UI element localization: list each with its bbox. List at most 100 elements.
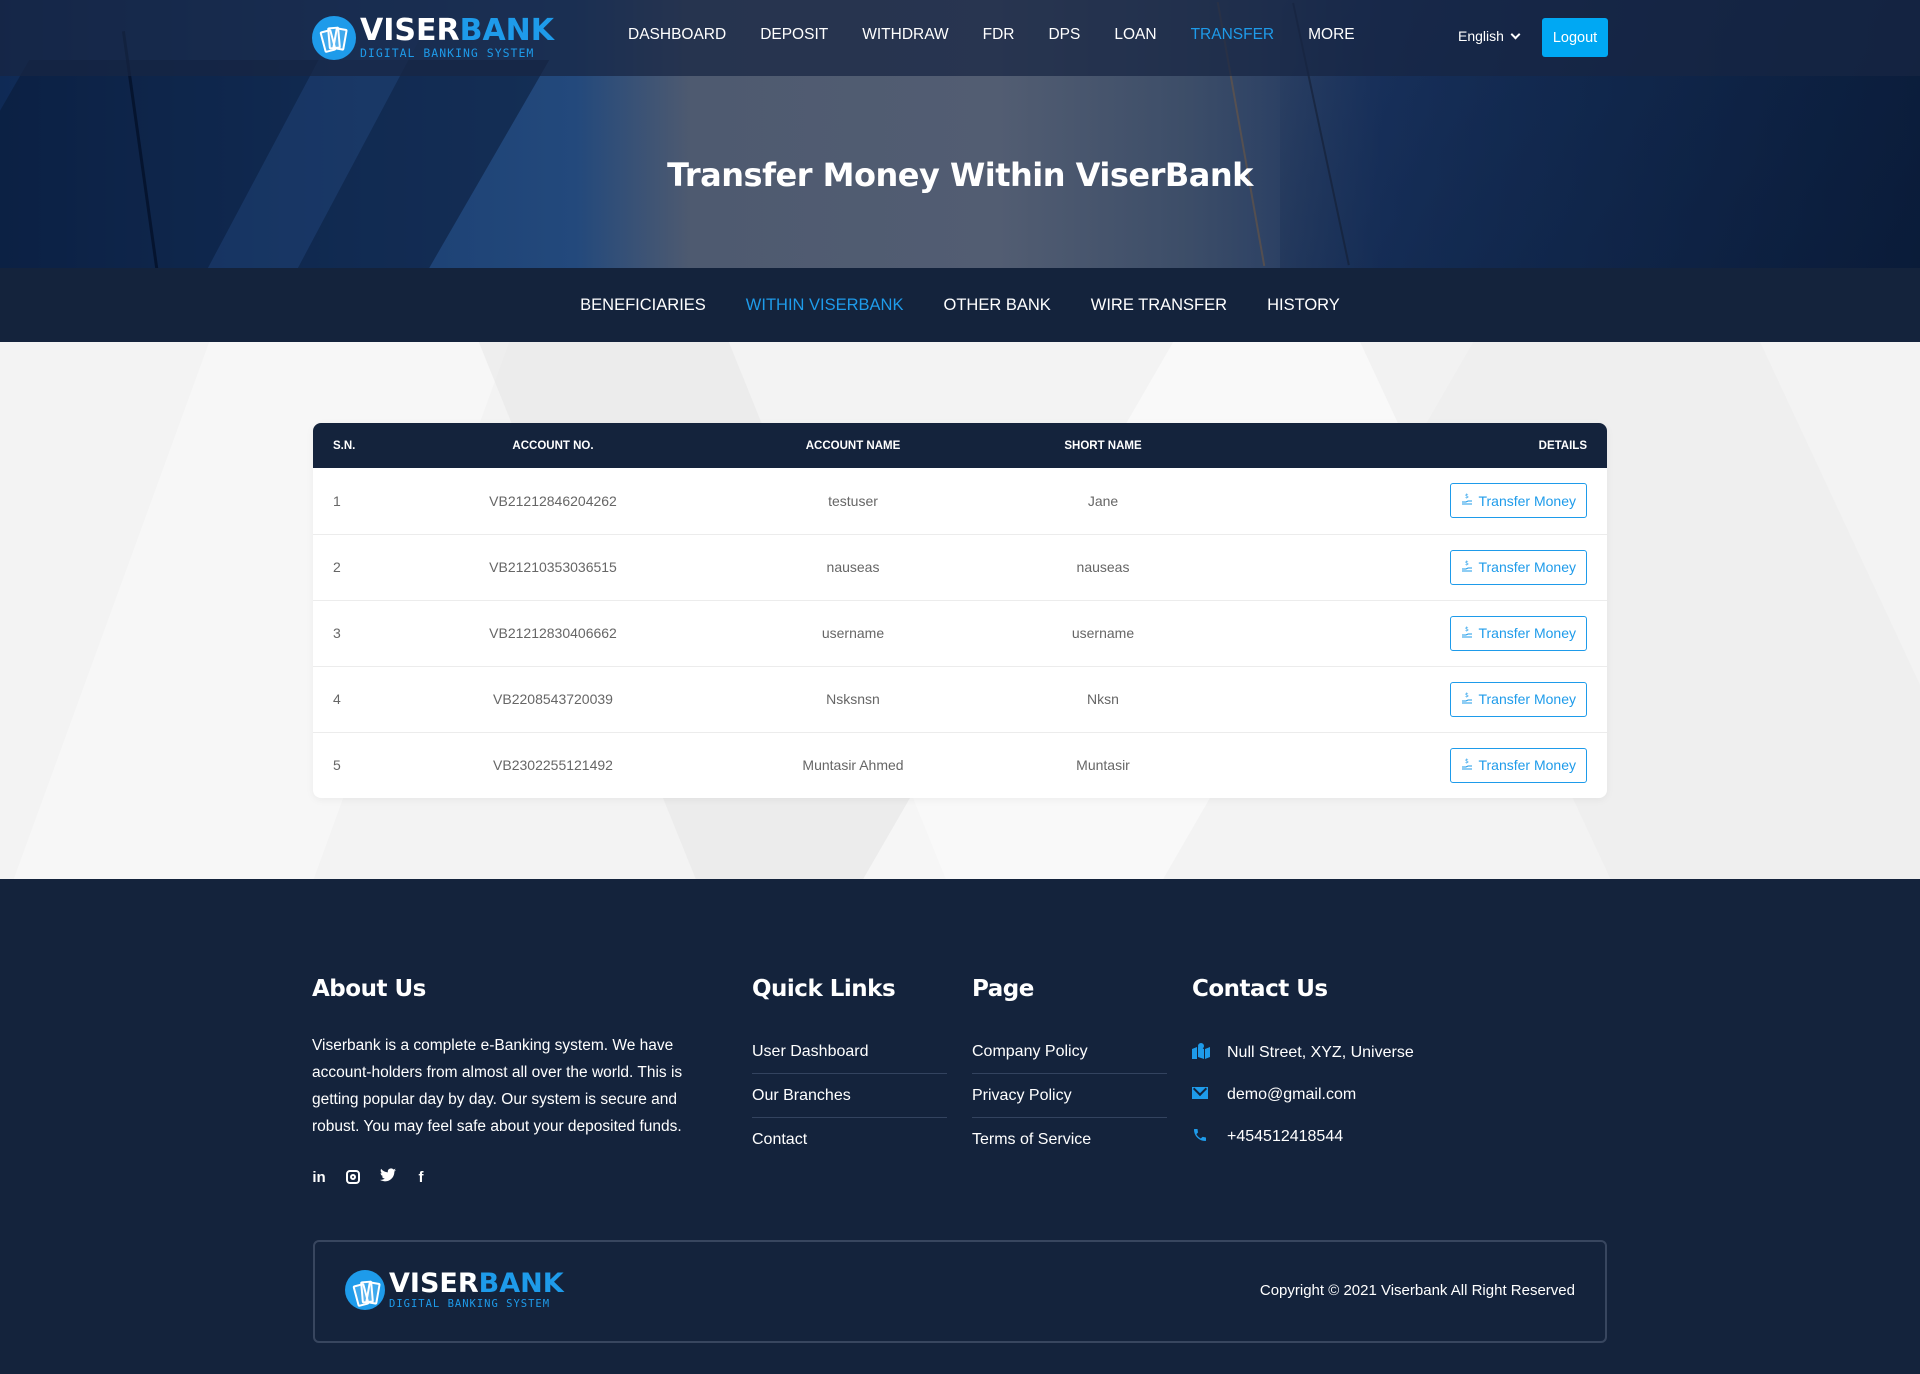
contact-phone-text: +454512418544 [1227,1128,1344,1145]
facebook-icon[interactable]: f [414,1169,428,1186]
footer-about: About Us Viserbank is a complete e-Banki… [312,976,712,1186]
tab-within-viserbank[interactable]: WITHIN VISERBANK [746,296,904,315]
footer-link-user-dashboard[interactable]: User Dashboard [752,1030,947,1074]
nav-fdr[interactable]: FDR [983,26,1015,44]
twitter-icon[interactable] [380,1168,396,1186]
logo-text-blue: BANK [459,13,555,49]
footer-contact-title: Contact Us [1192,976,1328,1002]
nav-deposit[interactable]: DEPOSIT [760,26,828,44]
hand-holding-dollar-icon: $ [1461,626,1473,641]
cell-account-no: VB21212830406662 [433,599,673,666]
table-row: 1 VB21212846204262 testuser Jane $ Transfer M… [313,468,1607,534]
cell-account-name: Nsksnsn [673,665,1033,732]
cell-details: $ Transfer Money [1173,468,1607,534]
beneficiary-table-card: S.N. ACCOUNT NO. ACCOUNT NAME SHORT NAME… [313,423,1607,798]
tab-other-bank[interactable]: OTHER BANK [943,296,1050,315]
transfer-money-label: Transfer Money [1478,559,1576,575]
footer-about-text: Viserbank is a complete e-Banking system… [312,1037,683,1135]
footer-logo[interactable]: VISERBANK DIGITAL BANKING SYSTEM [345,1270,564,1310]
nav-transfer[interactable]: TRANSFER [1191,26,1275,44]
transfer-money-button[interactable]: $ Transfer Money [1450,549,1587,585]
logout-button[interactable]: Logout [1542,18,1608,57]
logo-money-icon [312,16,356,60]
footer-link-company-policy[interactable]: Company Policy [972,1030,1167,1074]
tab-history[interactable]: HISTORY [1267,296,1340,315]
footer-page-links: Page Company Policy Privacy Policy Terms… [972,976,1167,1162]
nav-more[interactable]: MORE [1308,26,1355,44]
transfer-money-label: Transfer Money [1478,691,1576,707]
transfer-money-button[interactable]: $ Transfer Money [1450,483,1587,519]
nav-withdraw[interactable]: WITHDRAW [862,26,948,44]
contact-email: demo@gmail.com [1192,1074,1612,1116]
logo-text-white: VISER [389,1268,479,1300]
contact-address: Null Street, XYZ, Universe [1192,1032,1612,1074]
transfer-money-label: Transfer Money [1478,757,1576,774]
footer-contact: Contact Us Null Street, XYZ, Universe de… [1192,976,1612,1158]
nav-dashboard[interactable]: DASHBOARD [628,26,726,44]
cell-account-no: VB21210353036515 [433,533,673,600]
svg-text:$: $ [1465,493,1469,500]
language-select[interactable]: English [1458,28,1521,44]
transfer-subnav: BENEFICIARIES WITHIN VISERBANK OTHER BAN… [0,268,1920,342]
contact-email-text[interactable]: demo@gmail.com [1227,1086,1356,1104]
nav-dps[interactable]: DPS [1048,26,1080,44]
col-short-name: SHORT NAME [1064,439,1142,452]
copyright-text: Copyright © 2021 Viserbank All Right Res… [1259,1282,1575,1299]
map-icon [1192,1042,1227,1064]
linkedin-icon[interactable]: in [312,1169,326,1186]
col-account-no: ACCOUNT NO. [512,439,594,452]
table-header-row: S.N. ACCOUNT NO. ACCOUNT NAME SHORT NAME… [313,423,1607,468]
cell-account-name: nauseas [673,533,1033,600]
social-links: in f [312,1168,712,1186]
contact-phone: +454512418544 [1192,1116,1612,1158]
logo-tagline: DIGITAL BANKING SYSTEM [389,1298,551,1311]
transfer-money-label: Transfer Money [1478,492,1576,509]
cell-account-no: VB2208543720039 [433,665,673,732]
svg-text:$: $ [1465,758,1469,765]
cell-details: $ Transfer Money [1173,665,1607,732]
tab-beneficiaries[interactable]: BENEFICIARIES [580,296,706,315]
main-nav: DASHBOARD DEPOSIT WITHDRAW FDR DPS LOAN … [628,26,1389,44]
cell-sn: 1 [333,492,341,509]
cell-sn: 5 [313,731,433,798]
footer-link-privacy-policy[interactable]: Privacy Policy [972,1074,1167,1118]
table-row: 4 VB2208543720039 Nsksnsn Nksn $ Transfer Mon… [313,665,1607,732]
chevron-down-icon [1510,29,1521,39]
hand-holding-dollar-icon: $ [1461,758,1473,773]
transfer-money-button[interactable]: $ Transfer Money [1450,681,1587,717]
cell-details: $ Transfer Money [1173,599,1607,666]
footer-quick-links: Quick Links User Dashboard Our Branches … [752,976,947,1162]
table-row: 3 VB21212830406662 username username $ Transf… [313,599,1607,666]
instagram-icon[interactable] [346,1170,360,1184]
logo-text-white: VISER [360,13,460,49]
footer-bottom-bar: VISERBANK DIGITAL BANKING SYSTEM Copyrig… [313,1240,1607,1343]
cell-short-name: Jane [1087,492,1119,509]
footer-about-title: About Us [312,976,426,1002]
nav-loan[interactable]: LOAN [1114,26,1156,44]
page-title: Transfer Money Within ViserBank [667,156,1253,194]
transfer-money-button[interactable]: $ Transfer Money [1450,747,1587,783]
cell-short-name: Nksn [1033,665,1173,732]
footer-link-contact[interactable]: Contact [752,1118,947,1162]
language-value: English [1458,28,1504,44]
cell-sn: 3 [313,599,433,666]
cell-details: $ Transfer Money [1173,731,1607,798]
footer-link-our-branches[interactable]: Our Branches [752,1074,947,1118]
cell-short-name: nauseas [1033,533,1173,600]
cell-sn: 4 [313,665,433,732]
brand-logo[interactable]: VISERBANK DIGITAL BANKING SYSTEM [312,14,554,62]
footer-page-title: Page [972,976,1034,1002]
cell-details: $ Transfer Money [1173,533,1607,600]
transfer-money-button[interactable]: $ Transfer Money [1450,615,1587,651]
tab-wire-transfer[interactable]: WIRE TRANSFER [1091,296,1227,315]
cell-account-name: testuser [828,492,878,509]
svg-text:$: $ [1465,560,1469,567]
logo-text-blue: BANK [478,1268,564,1300]
svg-text:$: $ [1465,692,1469,699]
footer-quick-links-title: Quick Links [752,976,896,1002]
logo-money-icon [345,1270,385,1310]
col-details: DETAILS [1538,439,1587,452]
col-sn: S.N. [333,439,356,452]
footer-link-terms[interactable]: Terms of Service [972,1118,1167,1162]
svg-text:$: $ [1465,626,1469,633]
